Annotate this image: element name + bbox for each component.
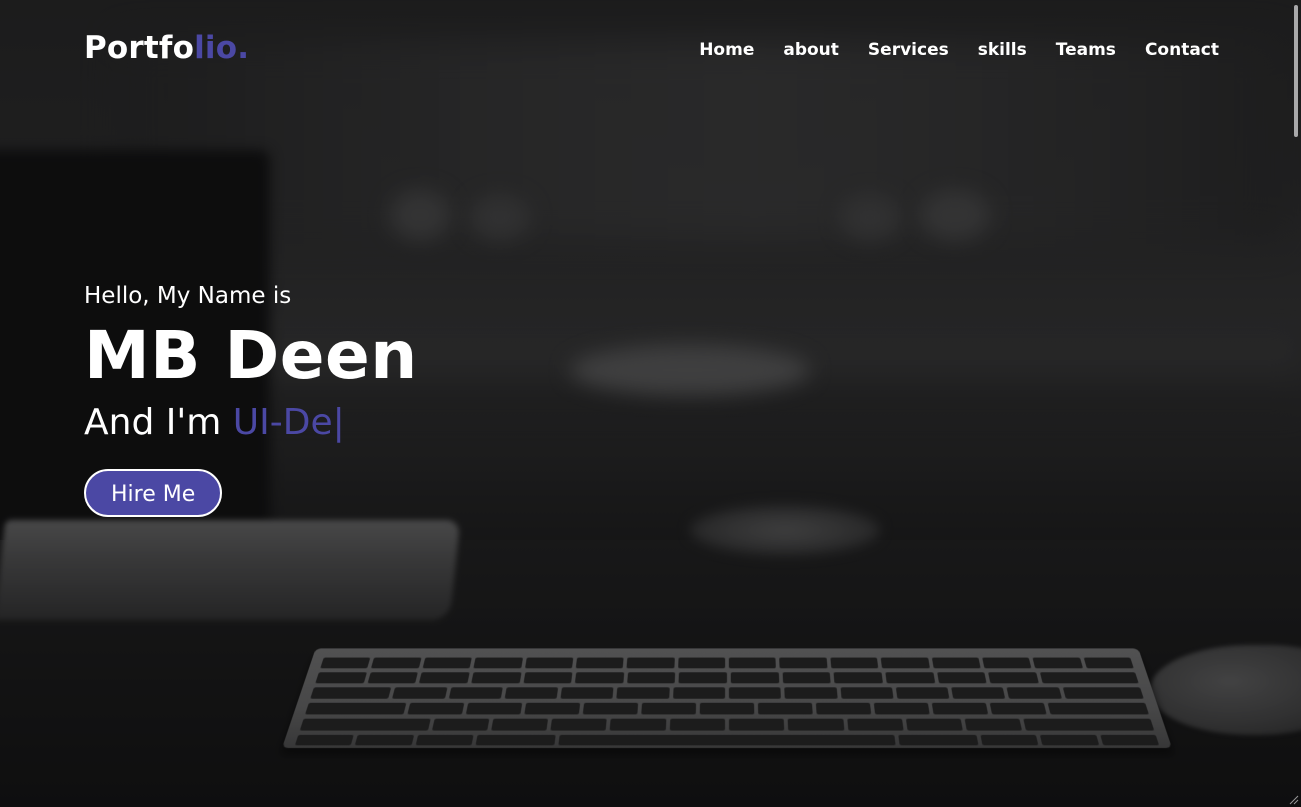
nav-item: about — [783, 40, 839, 60]
hero-greeting: Hello, My Name is — [84, 283, 292, 309]
navbar: Portfolio. Home about Services skills Te… — [0, 0, 1301, 104]
hero-role: And I'm UI-De| — [84, 398, 418, 448]
scrollbar-thumb[interactable] — [1294, 5, 1298, 137]
hero-role-prefix: And I'm — [84, 402, 222, 443]
nav-item: Contact — [1145, 40, 1219, 60]
logo-accent-text: lio. — [194, 30, 250, 66]
portfolio-page: Portfolio. Home about Services skills Te… — [0, 0, 1301, 807]
logo-main-text: Portfo — [84, 30, 195, 66]
nav-item: Teams — [1056, 40, 1116, 60]
nav-link-about[interactable]: about — [783, 40, 839, 60]
nav-link-teams[interactable]: Teams — [1056, 40, 1116, 60]
hero-name: MB Deen — [84, 317, 418, 394]
logo[interactable]: Portfolio. — [84, 30, 249, 66]
nav-item: Home — [699, 40, 754, 60]
resize-grip-icon[interactable] — [1287, 793, 1299, 805]
nav-item: skills — [978, 40, 1027, 60]
hire-me-button[interactable]: Hire Me — [84, 469, 223, 517]
nav-link-skills[interactable]: skills — [978, 40, 1027, 60]
nav-item: Services — [868, 40, 949, 60]
nav-link-contact[interactable]: Contact — [1145, 40, 1219, 60]
typing-cursor: | — [332, 402, 345, 443]
nav-menu: Home about Services skills Teams Contact — [670, 40, 1219, 60]
nav-link-home[interactable]: Home — [699, 40, 754, 60]
hero-role-typed: UI-De — [232, 402, 333, 443]
hero-section: Hello, My Name is MB Deen And I'm UI-De|… — [84, 278, 418, 517]
nav-link-services[interactable]: Services — [868, 40, 949, 60]
